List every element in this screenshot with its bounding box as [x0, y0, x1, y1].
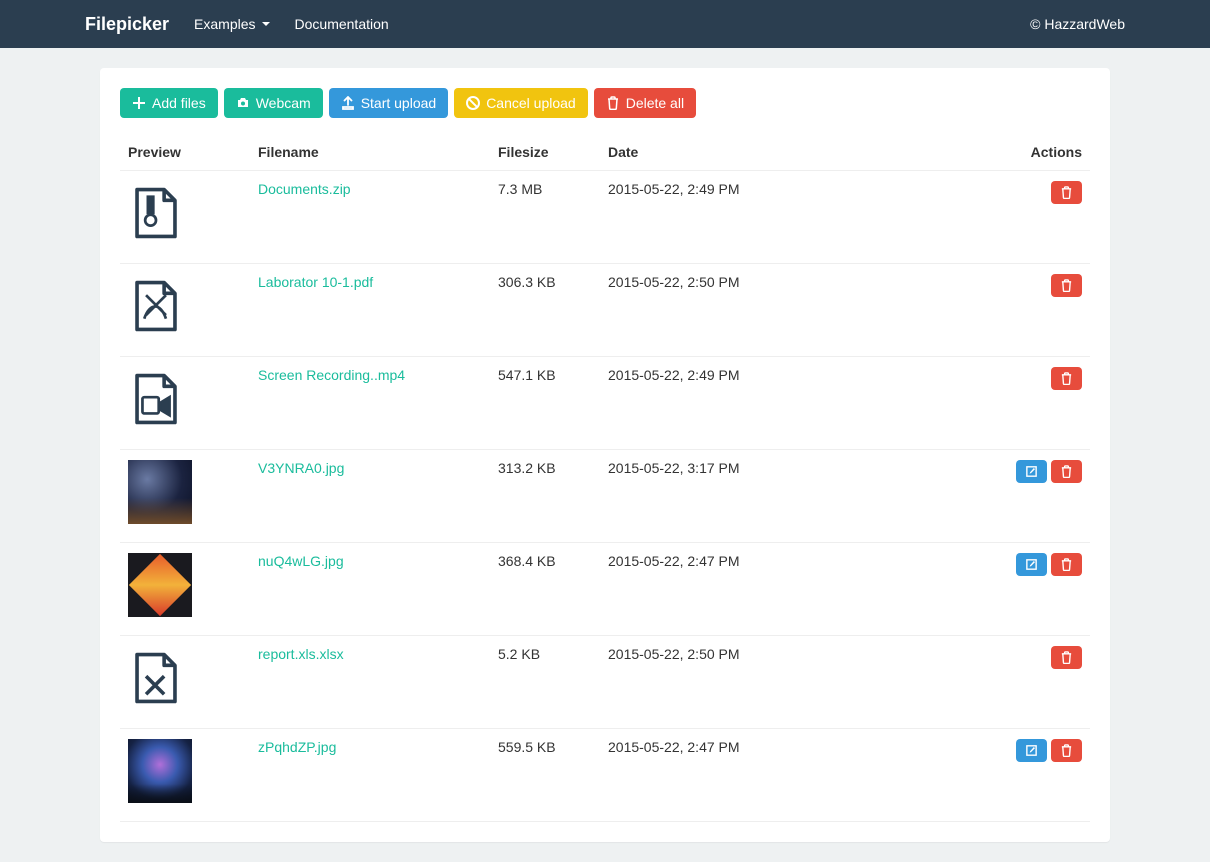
navbar-left: Filepicker Examples Documentation — [85, 14, 389, 35]
file-date: 2015-05-22, 2:49 PM — [608, 367, 740, 383]
file-type-icon — [128, 274, 184, 338]
upload-icon — [341, 96, 355, 110]
webcam-button[interactable]: Webcam — [224, 88, 323, 118]
table-row: Screen Recording..mp4 547.1 KB 2015-05-2… — [120, 357, 1090, 450]
file-link[interactable]: V3YNRA0.jpg — [258, 460, 344, 476]
image-thumbnail[interactable] — [128, 739, 192, 803]
start-upload-button[interactable]: Start upload — [329, 88, 449, 118]
col-header-preview: Preview — [120, 136, 250, 171]
nav-examples-label: Examples — [194, 16, 255, 32]
edit-button[interactable] — [1016, 739, 1047, 762]
delete-all-button[interactable]: Delete all — [594, 88, 696, 118]
row-actions — [838, 274, 1082, 297]
col-header-date: Date — [600, 136, 830, 171]
file-size: 313.2 KB — [498, 460, 556, 476]
nav-documentation-link[interactable]: Documentation — [295, 16, 389, 32]
table-row: nuQ4wLG.jpg 368.4 KB 2015-05-22, 2:47 PM — [120, 543, 1090, 636]
file-link[interactable]: zPqhdZP.jpg — [258, 739, 336, 755]
cancel-upload-label: Cancel upload — [486, 95, 576, 111]
row-actions — [838, 739, 1082, 762]
row-actions — [838, 646, 1082, 669]
copyright-label: © HazzardWeb — [1030, 16, 1125, 32]
delete-button[interactable] — [1051, 181, 1082, 204]
file-size: 547.1 KB — [498, 367, 556, 383]
file-panel: Add files Webcam Start upload Cancel upl… — [100, 68, 1110, 842]
table-row: Laborator 10-1.pdf 306.3 KB 2015-05-22, … — [120, 264, 1090, 357]
plus-icon — [132, 96, 146, 110]
file-type-icon — [128, 181, 184, 245]
toolbar: Add files Webcam Start upload Cancel upl… — [120, 88, 1090, 118]
file-link[interactable]: Screen Recording..mp4 — [258, 367, 405, 383]
trash-icon — [1060, 186, 1073, 199]
navbar: Filepicker Examples Documentation © Hazz… — [0, 0, 1210, 48]
delete-button[interactable] — [1051, 460, 1082, 483]
row-actions — [838, 553, 1082, 576]
edit-button[interactable] — [1016, 460, 1047, 483]
trash-icon — [1060, 744, 1073, 757]
image-thumbnail[interactable] — [128, 553, 192, 617]
caret-down-icon — [262, 22, 270, 26]
file-date: 2015-05-22, 2:50 PM — [608, 274, 740, 290]
webcam-label: Webcam — [256, 95, 311, 111]
brand[interactable]: Filepicker — [85, 14, 169, 35]
delete-button[interactable] — [1051, 646, 1082, 669]
edit-icon — [1025, 744, 1038, 757]
nav-examples-dropdown[interactable]: Examples — [194, 16, 269, 32]
col-header-filename: Filename — [250, 136, 490, 171]
trash-icon — [1060, 279, 1073, 292]
delete-button[interactable] — [1051, 739, 1082, 762]
file-link[interactable]: Documents.zip — [258, 181, 351, 197]
file-link[interactable]: nuQ4wLG.jpg — [258, 553, 344, 569]
file-date: 2015-05-22, 2:50 PM — [608, 646, 740, 662]
col-header-filesize: Filesize — [490, 136, 600, 171]
delete-button[interactable] — [1051, 367, 1082, 390]
image-thumbnail[interactable] — [128, 460, 192, 524]
file-type-icon — [128, 646, 184, 710]
ban-icon — [466, 96, 480, 110]
col-header-actions: Actions — [830, 136, 1090, 171]
start-upload-label: Start upload — [361, 95, 437, 111]
row-actions — [838, 181, 1082, 204]
file-size: 559.5 KB — [498, 739, 556, 755]
file-link[interactable]: report.xls.xlsx — [258, 646, 344, 662]
file-link[interactable]: Laborator 10-1.pdf — [258, 274, 373, 290]
row-actions — [838, 367, 1082, 390]
table-row: V3YNRA0.jpg 313.2 KB 2015-05-22, 3:17 PM — [120, 450, 1090, 543]
trash-icon — [606, 96, 620, 110]
delete-all-label: Delete all — [626, 95, 684, 111]
files-table: Preview Filename Filesize Date Actions D… — [120, 136, 1090, 822]
file-date: 2015-05-22, 2:47 PM — [608, 739, 740, 755]
trash-icon — [1060, 651, 1073, 664]
delete-button[interactable] — [1051, 553, 1082, 576]
file-size: 368.4 KB — [498, 553, 556, 569]
camera-icon — [236, 96, 250, 110]
file-size: 7.3 MB — [498, 181, 542, 197]
table-row: Documents.zip 7.3 MB 2015-05-22, 2:49 PM — [120, 171, 1090, 264]
file-size: 306.3 KB — [498, 274, 556, 290]
table-row: zPqhdZP.jpg 559.5 KB 2015-05-22, 2:47 PM — [120, 729, 1090, 822]
cancel-upload-button[interactable]: Cancel upload — [454, 88, 588, 118]
file-date: 2015-05-22, 3:17 PM — [608, 460, 740, 476]
edit-button[interactable] — [1016, 553, 1047, 576]
trash-icon — [1060, 372, 1073, 385]
add-files-button[interactable]: Add files — [120, 88, 218, 118]
edit-icon — [1025, 465, 1038, 478]
file-date: 2015-05-22, 2:47 PM — [608, 553, 740, 569]
delete-button[interactable] — [1051, 274, 1082, 297]
file-size: 5.2 KB — [498, 646, 540, 662]
table-row: report.xls.xlsx 5.2 KB 2015-05-22, 2:50 … — [120, 636, 1090, 729]
file-date: 2015-05-22, 2:49 PM — [608, 181, 740, 197]
trash-icon — [1060, 558, 1073, 571]
edit-icon — [1025, 558, 1038, 571]
add-files-label: Add files — [152, 95, 206, 111]
row-actions — [838, 460, 1082, 483]
file-type-icon — [128, 367, 184, 431]
trash-icon — [1060, 465, 1073, 478]
